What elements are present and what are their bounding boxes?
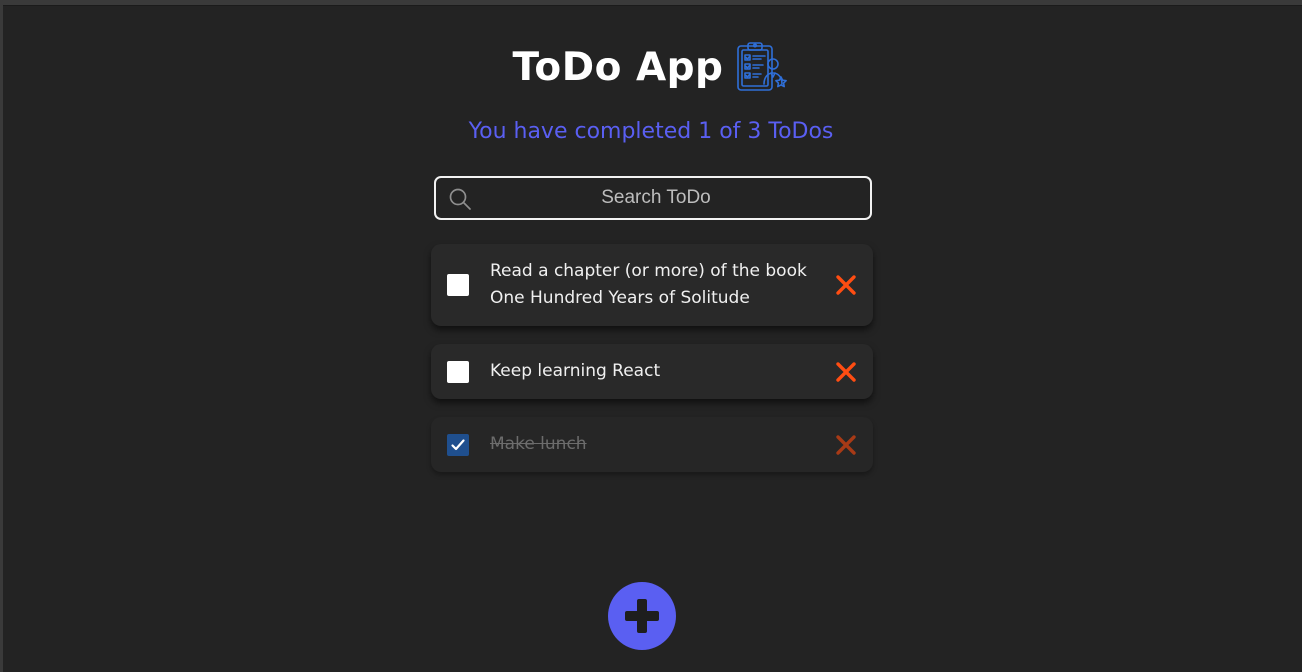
todo-text: Read a chapter (or more) of the book One… xyxy=(490,261,807,308)
delete-icon[interactable] xyxy=(835,361,857,383)
todo-text: Make lunch xyxy=(490,434,587,454)
todo-text: Keep learning React xyxy=(490,361,661,381)
page-title: ToDo App xyxy=(512,44,724,90)
completion-counter: You have completed 1 of 3 ToDos xyxy=(468,119,834,144)
plus-icon xyxy=(625,599,659,633)
delete-icon[interactable] xyxy=(835,434,857,456)
search-input[interactable] xyxy=(480,178,832,218)
todo-item: Keep learning React xyxy=(431,344,873,399)
todo-list: Read a chapter (or more) of the book One… xyxy=(431,244,873,490)
clipboard-checklist-icon xyxy=(737,42,788,91)
todo-item: Read a chapter (or more) of the book One… xyxy=(431,244,873,326)
todo-app: ToDo App You have completed 1 of 3 ToDos xyxy=(0,0,1302,672)
todo-item-completed: Make lunch xyxy=(431,417,873,472)
search-box[interactable] xyxy=(434,176,872,220)
checkmark-icon xyxy=(451,438,465,450)
add-todo-button[interactable] xyxy=(608,582,676,650)
header: ToDo App xyxy=(0,40,1302,94)
todo-checkbox[interactable] xyxy=(447,274,469,296)
todo-checkbox-checked[interactable] xyxy=(447,433,469,456)
search-icon xyxy=(449,188,471,210)
delete-icon[interactable] xyxy=(835,274,857,296)
todo-checkbox[interactable] xyxy=(447,360,469,383)
